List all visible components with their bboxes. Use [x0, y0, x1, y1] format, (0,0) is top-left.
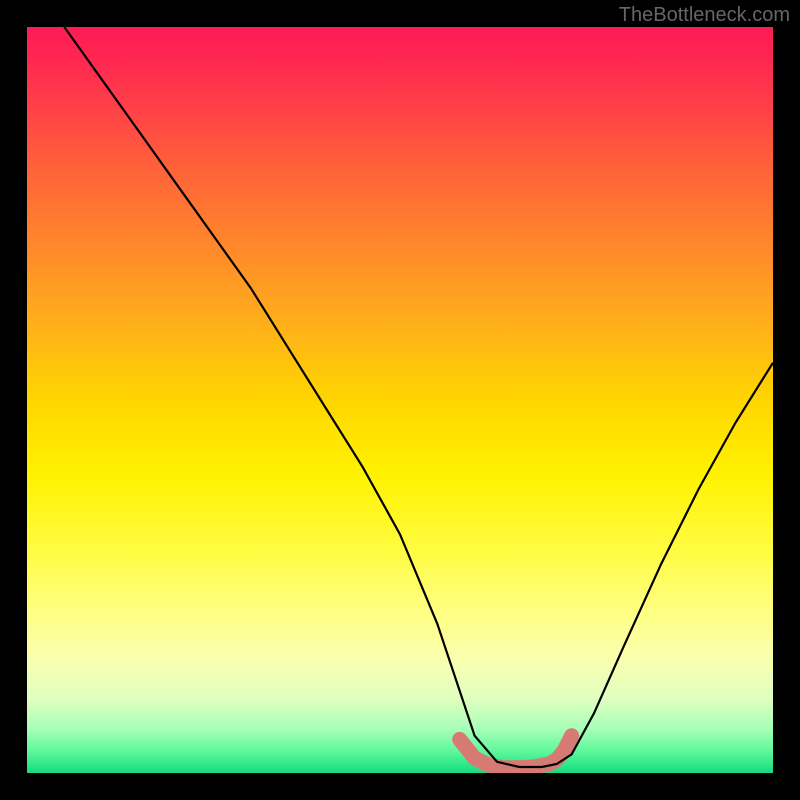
plot-area	[27, 27, 773, 773]
chart-svg	[27, 27, 773, 773]
bottleneck-curve-path	[64, 27, 773, 767]
attribution-text: TheBottleneck.com	[619, 4, 790, 27]
optimal-zone-path	[460, 736, 572, 768]
